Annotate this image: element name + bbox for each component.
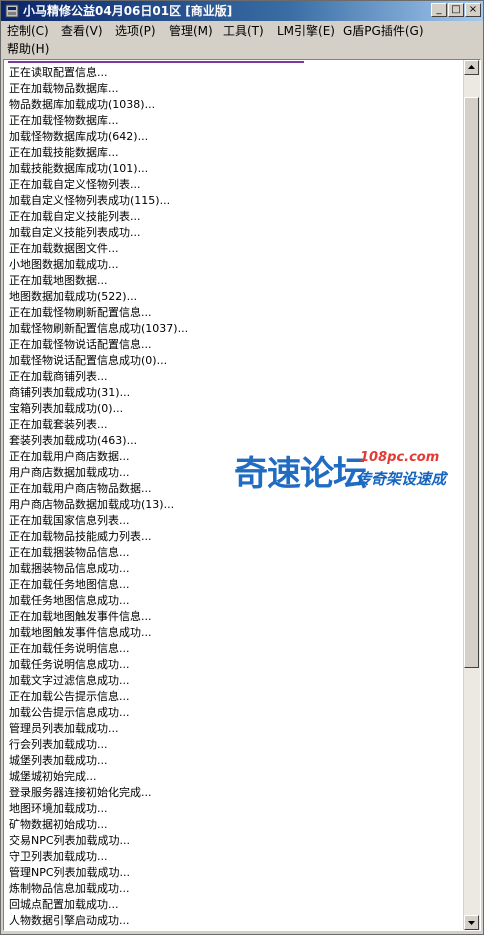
log-line: 正在加载怪物数据库... [9,114,119,127]
log-list: 正在读取配置信息... 正在加载物品数据库... 物品数据库加载成功(1038)..… [9,65,465,929]
log-line: 加载怪物数据库成功(642)... [9,130,149,143]
log-line: 守卫列表加载成功... [9,850,108,863]
log-line: 加载技能数据库成功(101)... [9,162,149,175]
progress-indicator [8,61,304,63]
log-line: 回城点配置加载成功... [9,898,119,911]
log-line: 加载自定义技能列表成功... [9,226,141,239]
log-line: 地图环境加载成功... [9,802,108,815]
log-line: 正在加载任务说明信息... [9,642,130,655]
main-window: 小马精修公益04月06日01区 [商业版] _ □ × 控制(C) 查看(V) … [0,0,484,935]
log-line: 正在加载怪物说话配置信息... [9,338,152,351]
maximize-button[interactable]: □ [448,3,464,17]
window-title: 小马精修公益04月06日01区 [商业版] [23,4,233,18]
log-line: 交易NPC列表加载成功... [9,834,131,847]
log-line: 加载文字过滤信息成功... [9,674,130,687]
menu-view[interactable]: 查看(V) [61,23,103,39]
close-button[interactable]: × [465,3,481,17]
arrow-down-icon [468,921,475,925]
log-line: 正在加载捆装物品信息... [9,546,130,559]
minimize-button[interactable]: _ [431,3,447,17]
log-line: 正在读取配置信息... [9,66,108,79]
log-line: 套装列表加载成功(463)... [9,434,138,447]
log-line: 城堡列表加载成功... [9,754,108,767]
log-panel[interactable]: 正在读取配置信息... 正在加载物品数据库... 物品数据库加载成功(1038)..… [3,59,481,931]
log-line: 正在加载地图触发事件信息... [9,610,152,623]
log-line: 地图数据加载成功(522)... [9,290,138,303]
log-line: 正在加载自定义怪物列表... [9,178,141,191]
menu-gshield-plugin[interactable]: G盾PG插件(G) [343,23,424,39]
log-line: 加载任务地图信息成功... [9,594,130,607]
log-line: 正在加载公告提示信息... [9,690,130,703]
log-line: 用户商店物品数据加载成功(13)... [9,498,175,511]
log-line: 管理员列表加载成功... [9,722,119,735]
log-line: 正在加载国家信息列表... [9,514,130,527]
arrow-up-icon [468,65,475,69]
menu-control[interactable]: 控制(C) [7,23,49,39]
log-line: 人物数据引擎启动成功... [9,914,130,927]
title-bar[interactable]: 小马精修公益04月06日01区 [商业版] _ □ × [1,1,483,21]
log-line: 城堡城初始完成... [9,770,97,783]
scroll-up-button[interactable] [464,60,479,75]
vertical-scrollbar[interactable] [463,60,480,930]
log-line: 炼制物品信息加载成功... [9,882,130,895]
log-line: 行会列表加载成功... [9,738,108,751]
log-line: 宝箱列表加载成功(0)... [9,402,124,415]
log-line: 正在加载怪物刷新配置信息... [9,306,152,319]
menu-tools[interactable]: 工具(T) [223,23,264,39]
log-line: 正在加载物品技能威力列表... [9,530,152,543]
log-line: 加载捆装物品信息成功... [9,562,130,575]
log-line: 加载怪物刷新配置信息成功(1037)... [9,322,189,335]
log-line: 商铺列表加载成功(31)... [9,386,131,399]
log-line: 小地图数据加载成功... [9,258,119,271]
menu-help[interactable]: 帮助(H) [7,41,49,57]
log-line: 正在加载用户商店物品数据... [9,482,152,495]
log-line: 正在加载自定义技能列表... [9,210,141,223]
log-line: 正在加载用户商店数据... [9,450,130,463]
menu-options[interactable]: 选项(P) [115,23,156,39]
log-line: 加载怪物说话配置信息成功(0)... [9,354,168,367]
log-line: 正在加载商铺列表... [9,370,108,383]
log-line: 加载地图触发事件信息成功... [9,626,152,639]
log-line: 正在加载套装列表... [9,418,108,431]
log-line: 正在加载技能数据库... [9,146,119,159]
menu-bar: 控制(C) 查看(V) 选项(P) 管理(M) 工具(T) LM引擎(E) G盾… [1,21,483,57]
app-icon [5,4,19,18]
scroll-thumb[interactable] [464,97,479,668]
log-line: 加载任务说明信息成功... [9,658,130,671]
log-line: 正在加载物品数据库... [9,82,119,95]
log-line: 管理NPC列表加载成功... [9,866,131,879]
log-line: 登录服务器连接初始化完成... [9,786,152,799]
log-line: 正在加载任务地图信息... [9,578,130,591]
menu-lm-engine[interactable]: LM引擎(E) [277,23,335,39]
log-line: 正在加载数据图文件... [9,242,119,255]
log-line: 矿物数据初始成功... [9,818,108,831]
log-line: 加载公告提示信息成功... [9,706,130,719]
log-line: 加载自定义怪物列表成功(115)... [9,194,171,207]
log-line: 用户商店数据加载成功... [9,466,130,479]
scroll-down-button[interactable] [464,915,479,930]
log-line: 物品数据库加载成功(1038)... [9,98,156,111]
menu-manage[interactable]: 管理(M) [169,23,213,39]
log-line: 正在加载地图数据... [9,274,108,287]
